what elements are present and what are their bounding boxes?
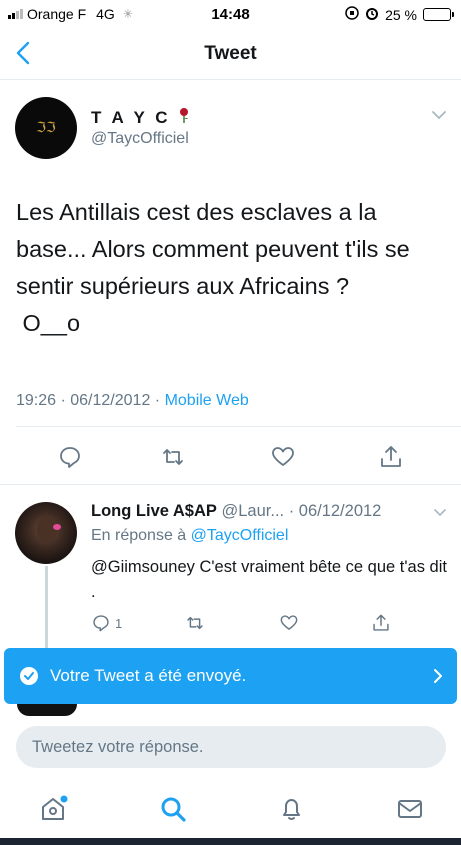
- check-circle-icon: [20, 667, 38, 685]
- retweet-icon: [163, 449, 183, 465]
- divider: [16, 426, 461, 427]
- orientation-lock-icon: [345, 6, 359, 23]
- navigation-bar: Tweet: [0, 28, 461, 80]
- tweet-sent-toast[interactable]: Votre Tweet a été envoyé.: [4, 648, 457, 704]
- avatar[interactable]: [15, 502, 77, 564]
- tweet-actions: [0, 436, 461, 476]
- thread-line: [45, 566, 48, 656]
- rose-emoji-icon: [175, 106, 193, 129]
- notifications-icon: [283, 799, 300, 820]
- chevron-down-icon[interactable]: [431, 110, 447, 120]
- share-button[interactable]: [378, 444, 404, 470]
- retweet-button[interactable]: [185, 612, 205, 634]
- reply-handle-date: @Laur... · 06/12/2012: [216, 502, 382, 520]
- chevron-right-icon: [434, 669, 442, 683]
- tab-messages[interactable]: [395, 794, 423, 822]
- tab-notifications[interactable]: [277, 794, 305, 822]
- avatar-logo: ℑℑ: [36, 120, 56, 136]
- chevron-down-icon[interactable]: [433, 508, 447, 517]
- author-name-text: T A Y C: [91, 107, 171, 127]
- reply-author[interactable]: Long Live A$AP @Laur... · 06/12/2012: [91, 502, 381, 521]
- like-icon: [272, 447, 294, 466]
- reply-context: En réponse à @TaycOfficiel: [91, 527, 288, 545]
- reply-button[interactable]: 1: [91, 612, 122, 634]
- reply-author-name: Long Live A$AP: [91, 502, 217, 520]
- reply-composer[interactable]: [16, 726, 446, 768]
- like-icon: [280, 615, 298, 630]
- reply-icon: [93, 615, 109, 632]
- home-indicator-bar: [0, 838, 461, 845]
- reply-count: 1: [115, 615, 123, 631]
- tab-bar: [0, 780, 461, 838]
- reply-text: @Giimsouney C'est vraiment bête ce que t…: [91, 558, 447, 601]
- status-bar: Orange F 4G ✳ 14:48 25 %: [0, 0, 461, 28]
- tweet-timestamp: 19:26 · 06/12/2012 ·: [16, 392, 165, 409]
- tweet-meta: 19:26 · 06/12/2012 · Mobile Web: [16, 392, 249, 410]
- reply-to-mention[interactable]: @TaycOfficiel: [191, 527, 289, 544]
- tab-search[interactable]: [158, 794, 186, 822]
- next-avatar-peek: [17, 704, 77, 716]
- retweet-button[interactable]: [160, 444, 186, 470]
- reply-button[interactable]: [57, 444, 83, 470]
- alarm-icon: [365, 6, 379, 23]
- toast-message: Votre Tweet a été envoyé.: [50, 666, 247, 685]
- tweet-text: Les Antillais cest des esclaves a la bas…: [16, 199, 410, 336]
- author-handle[interactable]: @TaycOfficiel: [91, 130, 189, 148]
- search-icon: [161, 797, 186, 822]
- page-title: Tweet: [204, 43, 257, 64]
- share-icon: [373, 614, 389, 631]
- tweet-source[interactable]: Mobile Web: [165, 392, 249, 409]
- like-button[interactable]: [270, 444, 296, 470]
- messages-icon: [398, 800, 422, 818]
- retweet-icon: [187, 616, 203, 630]
- reply-input[interactable]: [16, 726, 446, 768]
- reply-to-prefix: En réponse à: [91, 527, 191, 544]
- reply-actions: 1: [91, 612, 451, 636]
- tab-home[interactable]: [39, 794, 68, 822]
- author-name[interactable]: T A Y C: [91, 106, 193, 129]
- home-icon: [42, 795, 68, 820]
- battery-icon: [423, 8, 454, 21]
- share-button[interactable]: [371, 612, 391, 634]
- battery-percent: 25 %: [385, 6, 417, 23]
- like-button[interactable]: [279, 612, 299, 634]
- divider: [0, 484, 461, 485]
- avatar[interactable]: ℑℑ: [15, 97, 77, 159]
- reply-icon: [60, 447, 80, 468]
- share-icon: [381, 446, 401, 467]
